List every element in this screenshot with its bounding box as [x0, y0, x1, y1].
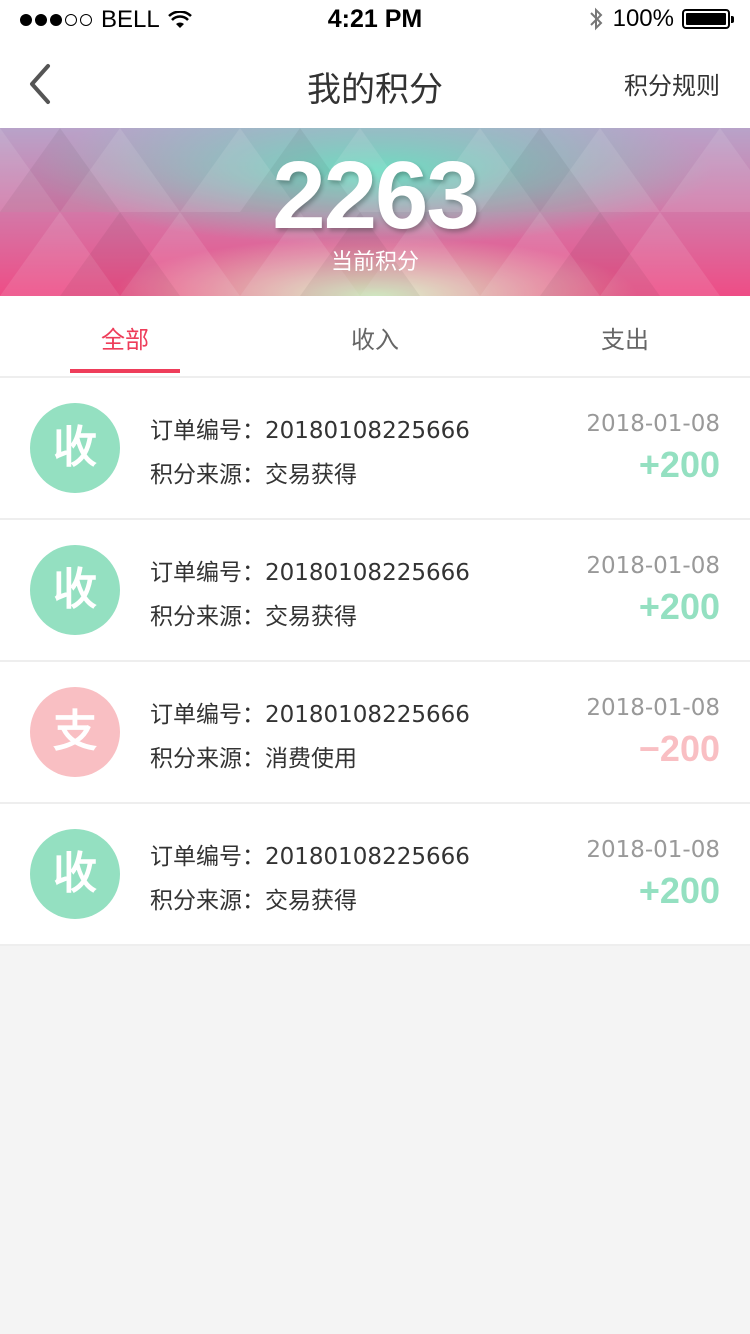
list-item[interactable]: 收 订单编号：20180108225666 积分来源：交易获得 2018-01-…: [0, 520, 750, 662]
battery-percent: 100%: [612, 5, 674, 32]
filter-tabs: 全部 收入 支出: [0, 296, 750, 376]
bluetooth-icon: [589, 7, 603, 31]
points-rules-link[interactable]: 积分规则: [624, 66, 720, 101]
expense-badge: 支: [30, 687, 120, 777]
points-amount: +200: [638, 444, 720, 485]
record-date: 2018-01-08: [586, 411, 720, 437]
nav-bar: 我的积分 积分规则: [0, 40, 750, 128]
order-number: 订单编号：20180108225666: [150, 560, 470, 586]
points-amount: +200: [638, 586, 720, 627]
current-points-value: 2263: [272, 142, 480, 249]
battery-area: 100%: [589, 5, 734, 33]
points-source: 积分来源：交易获得: [150, 604, 357, 630]
points-amount: +200: [638, 870, 720, 911]
list-item[interactable]: 支 订单编号：20180108225666 积分来源：消费使用 2018-01-…: [0, 662, 750, 804]
points-amount: −200: [638, 728, 720, 769]
record-date: 2018-01-08: [586, 837, 720, 863]
order-number: 订单编号：20180108225666: [150, 418, 470, 444]
income-badge: 收: [30, 545, 120, 635]
status-bar: BELL 4:21 PM 100%: [0, 0, 750, 40]
points-source: 积分来源：交易获得: [150, 888, 357, 914]
list-item[interactable]: 收 订单编号：20180108225666 积分来源：交易获得 2018-01-…: [0, 378, 750, 520]
current-points-label: 当前积分: [330, 250, 419, 275]
tab-all[interactable]: 全部: [0, 296, 250, 376]
list-item[interactable]: 收 订单编号：20180108225666 积分来源：交易获得 2018-01-…: [0, 804, 750, 946]
income-badge: 收: [30, 403, 120, 493]
order-number: 订单编号：20180108225666: [150, 702, 470, 728]
points-source: 积分来源：交易获得: [150, 462, 357, 488]
income-badge: 收: [30, 829, 120, 919]
points-banner: 2263 当前积分: [0, 128, 750, 296]
order-number: 订单编号：20180108225666: [150, 844, 470, 870]
record-date: 2018-01-08: [586, 553, 720, 579]
record-date: 2018-01-08: [586, 695, 720, 721]
tab-expense[interactable]: 支出: [500, 296, 750, 376]
tab-income[interactable]: 收入: [250, 296, 500, 376]
battery-icon: [682, 9, 734, 29]
points-source: 积分来源：消费使用: [150, 746, 357, 772]
points-record-list: 收 订单编号：20180108225666 积分来源：交易获得 2018-01-…: [0, 378, 750, 946]
